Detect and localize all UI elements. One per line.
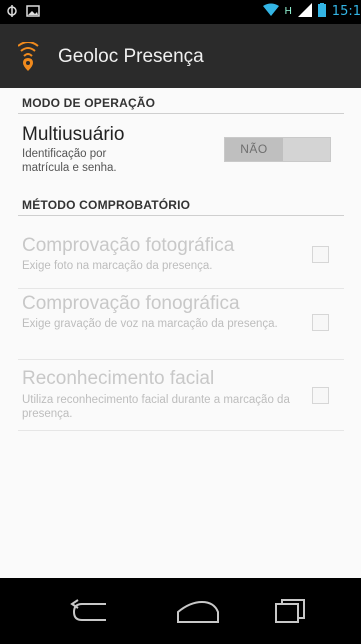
section-header-method: MÉTODO COMPROBATÓRIO — [22, 198, 191, 212]
multiuser-toggle[interactable]: NÃO — [224, 137, 331, 162]
home-icon[interactable] — [168, 598, 228, 628]
multiuser-title: Multiusuário — [22, 124, 125, 145]
battery-icon — [317, 3, 326, 20]
pref-voice-title: Comprovação fonográfica — [22, 293, 240, 314]
pref-voice-summary: Exige gravação de voz na marcação da pre… — [22, 318, 278, 330]
network-type-label: H — [284, 6, 292, 17]
list-divider — [18, 288, 344, 289]
pref-facial-summary: Utiliza reconhecimento facial durante a … — [22, 394, 290, 420]
toggle-off-label: NÃO — [225, 138, 283, 161]
app-title: Geoloc Presença — [58, 46, 204, 67]
list-divider — [18, 359, 344, 360]
list-divider — [18, 430, 344, 431]
image-notification-icon — [26, 4, 40, 22]
pref-facial-title: Reconhecimento facial — [22, 368, 215, 389]
section-header-mode: MODO DE OPERAÇÃO — [22, 96, 156, 110]
wifi-icon — [262, 3, 279, 20]
pref-facial-checkbox[interactable] — [312, 387, 329, 404]
multiuser-summary: Identificação por matrícula e senha. — [22, 148, 117, 174]
status-bar: H 15:1 — [0, 0, 361, 24]
section-divider — [18, 215, 344, 216]
signal-icon — [297, 3, 312, 20]
section-divider — [18, 113, 344, 114]
navigation-bar — [0, 578, 361, 644]
pref-photo-title: Comprovação fotográfica — [22, 235, 235, 256]
action-bar: Geoloc Presença — [0, 24, 361, 88]
sync-icon — [6, 4, 18, 22]
pref-photo-checkbox[interactable] — [312, 246, 329, 263]
recents-icon[interactable] — [262, 598, 322, 628]
back-icon[interactable] — [62, 598, 122, 628]
status-time: 15:1 — [331, 4, 361, 19]
settings-list: MODO DE OPERAÇÃO Multiusuário Identifica… — [0, 88, 361, 578]
pref-voice-checkbox[interactable] — [312, 314, 329, 331]
location-signal-icon[interactable] — [17, 41, 40, 77]
pref-photo-summary: Exige foto na marcação da presença. — [22, 260, 213, 272]
